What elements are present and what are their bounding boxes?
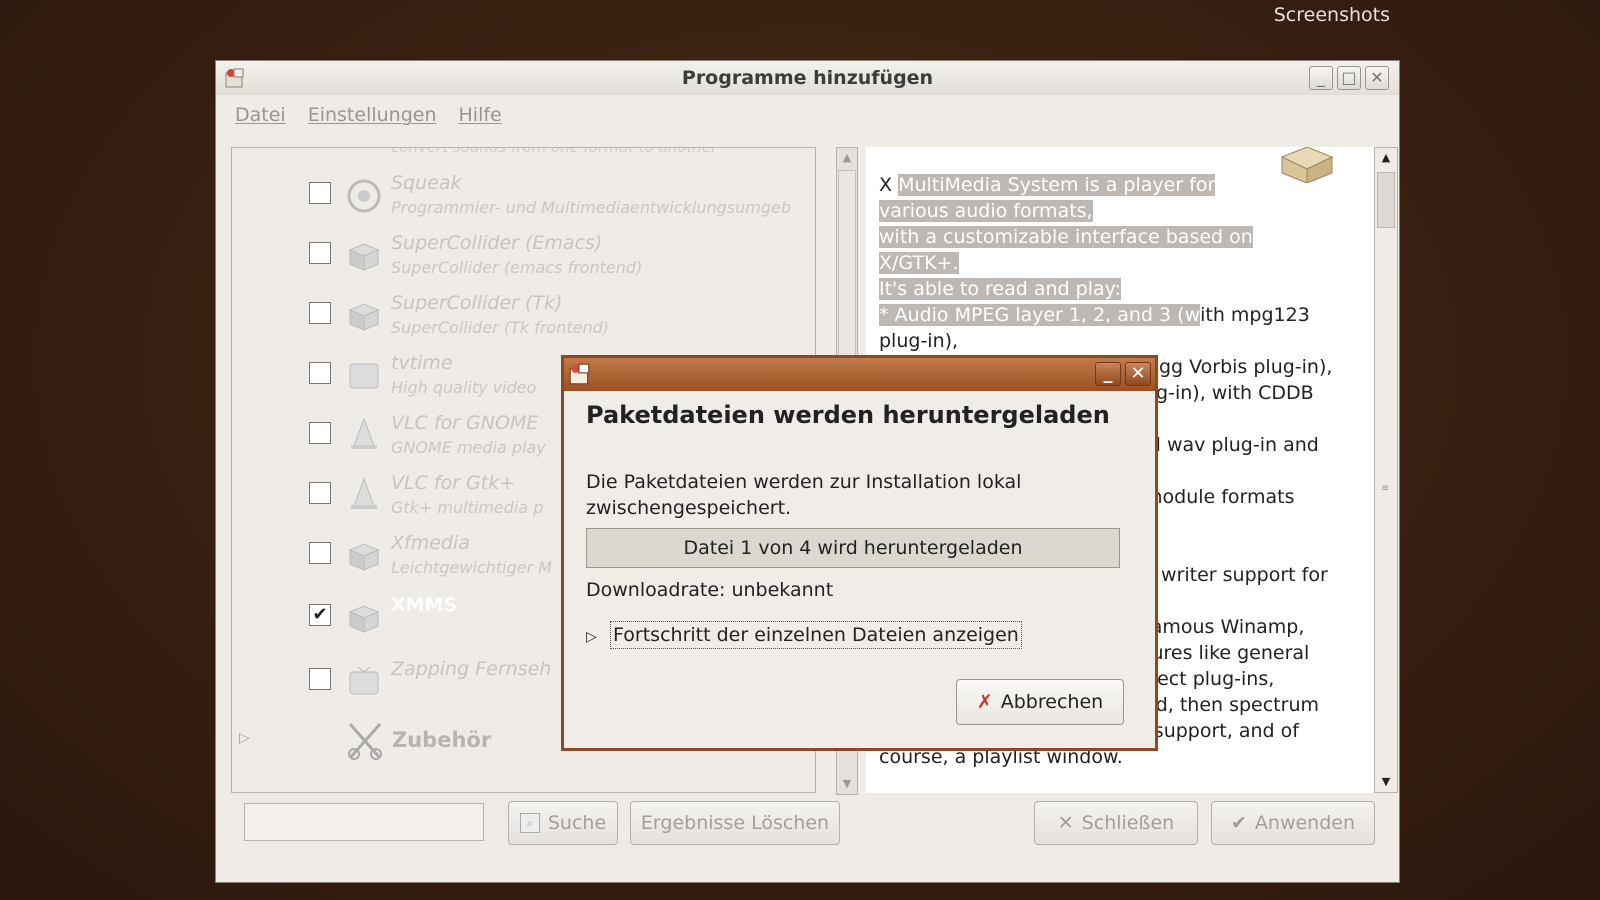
item-description: Leichtgewichtiger M	[391, 558, 553, 577]
dialog-titlebar[interactable]: _ ✕	[564, 358, 1155, 391]
item-description: Gtk+ multimedia p	[391, 498, 544, 517]
vlc-cone-icon	[351, 477, 377, 509]
selected-text-line: It's able to read and play:	[879, 278, 1121, 300]
install-checkbox[interactable]	[309, 302, 331, 324]
package-icon	[348, 243, 380, 271]
dialog-body: Paketdateien werden heruntergeladen Die …	[567, 391, 1152, 745]
clear-results-label: Ergebnisse Löschen	[640, 812, 830, 834]
selected-text-line: MultiMedia System is a player for	[898, 174, 1216, 196]
package-icon	[348, 303, 380, 331]
selected-text-line: X/GTK+.	[879, 252, 959, 274]
checkmark-icon: ✔	[1230, 812, 1247, 834]
selected-text-line: with a customizable interface based on	[879, 226, 1253, 248]
dialog-close-button[interactable]: ✕	[1125, 362, 1151, 386]
install-checkbox-checked[interactable]: ✔	[309, 604, 331, 626]
file-progress-expander[interactable]: ▷ Fortschritt der einzelnen Dateien anze…	[586, 621, 1022, 649]
menubar: Datei Einstellungen Hilfe	[216, 95, 1399, 135]
package-install-icon	[569, 363, 590, 385]
item-name: VLC for GNOME	[391, 412, 539, 434]
window-titlebar[interactable]: Programme hinzufügen _ □ ✕	[216, 61, 1399, 95]
search-button[interactable]: ⌕ Suche	[508, 801, 618, 845]
scroll-up-icon[interactable]: ▲	[837, 148, 857, 168]
menu-hilfe[interactable]: Hilfe	[459, 104, 502, 126]
item-name: Xfmedia	[391, 532, 470, 554]
description-scroll-thumb[interactable]	[1377, 172, 1395, 228]
install-checkbox[interactable]	[309, 182, 331, 204]
expander-triangle-icon: ▷	[586, 629, 597, 645]
package-icon	[348, 605, 380, 633]
item-name: tvtime	[391, 352, 453, 374]
item-name: SuperCollider (Tk)	[391, 292, 563, 314]
install-checkbox[interactable]	[309, 362, 331, 384]
package-icon	[348, 543, 380, 571]
window-title: Programme hinzufügen	[681, 67, 934, 89]
item-description: High quality video	[391, 378, 537, 397]
list-item[interactable]: SuperCollider (Emacs) SuperCollider (ema…	[232, 228, 815, 286]
dialog-minimize-button[interactable]: _	[1095, 362, 1121, 386]
progress-text: Datei 1 von 4 wird heruntergeladen	[683, 537, 1023, 559]
search-input[interactable]	[244, 803, 484, 841]
accessories-icon	[348, 723, 382, 760]
description-vertical-scrollbar[interactable]: ▲ ≡ ▼	[1374, 147, 1398, 793]
scroll-down-icon[interactable]: ▼	[837, 774, 857, 794]
menu-einstellungen[interactable]: Einstellungen	[308, 104, 437, 126]
desktop-label: Screenshots	[1273, 4, 1390, 26]
expander-arrow-icon[interactable]: ▷	[239, 730, 250, 746]
tv-icon	[349, 666, 379, 695]
description-first-char: X	[879, 174, 893, 196]
vlc-cone-icon	[351, 417, 377, 449]
cancel-button-label: Abbrechen	[1000, 691, 1104, 713]
close-button[interactable]: ✕ Schließen	[1034, 801, 1198, 845]
item-description: SuperCollider (Tk frontend)	[391, 318, 609, 337]
text-line: ith mpg123	[1200, 304, 1310, 326]
scroll-grip-icon: ≡	[1381, 483, 1390, 494]
list-partial-row: convert sounds from one format to anothe…	[391, 147, 718, 156]
dialog-message: Die Paketdateien werden zur Installation…	[586, 471, 1022, 519]
scroll-up-icon[interactable]: ▲	[1375, 148, 1397, 168]
search-button-label: Suche	[547, 812, 607, 834]
install-checkbox[interactable]	[309, 668, 331, 690]
install-checkbox[interactable]	[309, 242, 331, 264]
expander-label: Fortschritt der einzelnen Dateien anzeig…	[610, 621, 1022, 649]
list-item[interactable]: Squeak Programmier- und Multimediaentwic…	[232, 168, 815, 226]
cancel-button[interactable]: ✗ Abbrechen	[956, 679, 1124, 725]
download-rate: Downloadrate: unbekannt	[586, 579, 834, 601]
apply-button-label: Anwenden	[1254, 812, 1356, 834]
cancel-x-icon: ✗	[976, 691, 993, 713]
list-item[interactable]: SuperCollider (Tk) SuperCollider (Tk fro…	[232, 288, 815, 346]
item-description: Programmier- und Multimediaentwicklungsu…	[391, 198, 791, 217]
item-name: VLC for Gtk+	[391, 472, 516, 494]
text-line: plug-in),	[879, 330, 959, 352]
item-name: XMMS	[391, 594, 458, 616]
category-name: Zubehör	[392, 728, 492, 752]
close-window-button[interactable]: ✕	[1365, 66, 1389, 90]
minimize-button[interactable]: _	[1309, 66, 1333, 90]
selected-text-line: various audio formats,	[879, 200, 1093, 222]
clear-results-button[interactable]: Ergebnisse Löschen	[630, 801, 840, 845]
item-name: Squeak	[391, 172, 462, 194]
squeak-icon	[347, 179, 381, 213]
item-description: GNOME media play	[391, 438, 546, 457]
close-x-icon: ✕	[1057, 812, 1074, 834]
list-scroll-thumb[interactable]	[838, 170, 856, 370]
item-name: SuperCollider (Emacs)	[391, 232, 603, 254]
install-checkbox[interactable]	[309, 422, 331, 444]
selected-text-line: * Audio MPEG layer 1, 2, and 3 (w	[879, 304, 1201, 326]
item-description: SuperCollider (emacs frontend)	[391, 258, 643, 277]
apply-button[interactable]: ✔ Anwenden	[1211, 801, 1375, 845]
dialog-heading: Paketdateien werden heruntergeladen	[586, 401, 1110, 429]
maximize-button[interactable]: □	[1337, 66, 1361, 90]
search-icon: ⌕	[519, 813, 540, 833]
tv-icon	[349, 363, 379, 389]
download-dialog: _ ✕ Paketdateien werden heruntergeladen …	[561, 355, 1158, 751]
scroll-down-icon[interactable]: ▼	[1375, 772, 1397, 792]
menu-datei[interactable]: Datei	[235, 104, 286, 126]
download-progress-bar: Datei 1 von 4 wird heruntergeladen	[586, 528, 1120, 568]
close-button-label: Schließen	[1081, 812, 1175, 834]
install-checkbox[interactable]	[309, 542, 331, 564]
install-checkbox[interactable]	[309, 482, 331, 504]
item-name: Zapping Fernseh	[391, 658, 552, 680]
